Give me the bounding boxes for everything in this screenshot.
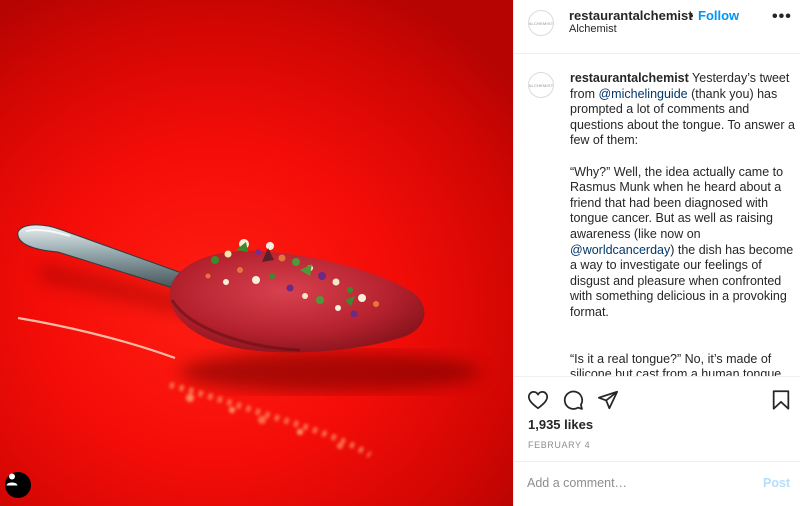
- save-button[interactable]: [770, 389, 792, 411]
- tongue-dish-illustration: [17, 224, 480, 458]
- post-comment-button[interactable]: Post: [763, 476, 790, 490]
- follow-button[interactable]: Follow: [698, 8, 739, 23]
- like-button[interactable]: [527, 389, 549, 411]
- caption-avatar[interactable]: ALCHEMIST: [528, 72, 554, 98]
- more-options-button[interactable]: •••: [772, 8, 792, 26]
- avatar[interactable]: ALCHEMIST: [528, 10, 554, 36]
- comments-list[interactable]: ALCHEMIST restaurantalchemist Yesterday’…: [514, 54, 800, 376]
- header-username[interactable]: restaurantalchemist: [569, 8, 693, 23]
- avatar-text: ALCHEMIST: [528, 20, 554, 26]
- comment-input[interactable]: [527, 472, 737, 494]
- post-date[interactable]: FEBRUARY 4: [528, 440, 590, 450]
- like-count[interactable]: 1,935 likes: [528, 417, 593, 432]
- bookmark-icon: [772, 390, 790, 410]
- post-header: ALCHEMIST restaurantalchemist • Follow A…: [514, 0, 800, 54]
- caption-text-3: “Is it a real tongue?” No, it’s made of …: [570, 351, 785, 377]
- heart-icon: [527, 391, 549, 410]
- mention-link[interactable]: @worldcancerday: [570, 243, 670, 257]
- caption-avatar-text: ALCHEMIST: [528, 82, 554, 88]
- caption: restaurantalchemist Yesterday’s tweet fr…: [570, 71, 796, 376]
- post-image[interactable]: [0, 0, 513, 506]
- comment-button[interactable]: [562, 389, 584, 411]
- comment-icon: [563, 390, 584, 410]
- tagged-user-icon[interactable]: [5, 472, 31, 498]
- post-panel: ALCHEMIST restaurantalchemist • Follow A…: [513, 0, 800, 506]
- share-button[interactable]: [597, 389, 619, 411]
- share-icon: [597, 390, 619, 410]
- location-link[interactable]: Alchemist: [569, 23, 617, 35]
- caption-username[interactable]: restaurantalchemist: [570, 71, 689, 85]
- comment-bar: Post: [514, 461, 800, 506]
- header-separator: •: [689, 8, 694, 23]
- caption-text-2: “Why?” Well, the idea actually came to R…: [570, 164, 784, 241]
- action-bar: 1,935 likes FEBRUARY 4: [514, 376, 800, 456]
- mention-link[interactable]: @michelinguide: [598, 87, 687, 101]
